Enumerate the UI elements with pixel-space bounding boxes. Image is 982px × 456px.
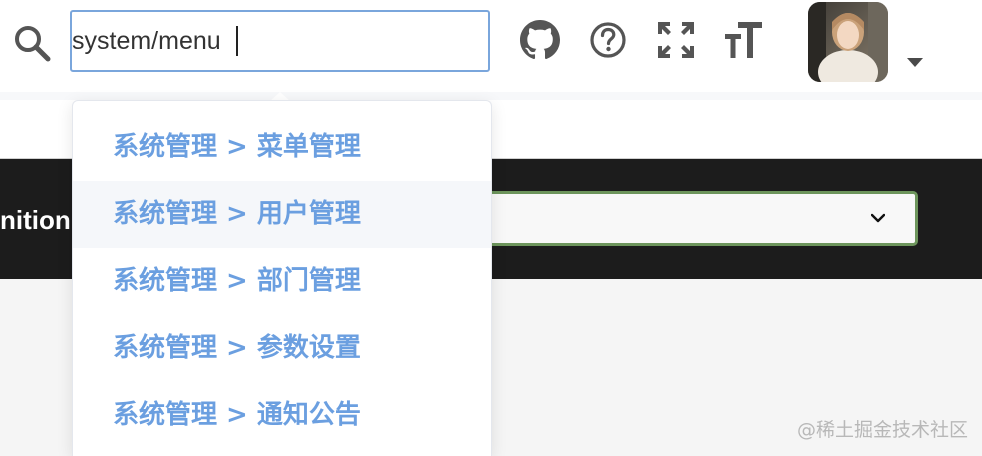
suggestion-item[interactable]: 系统管理 > 通知公告 [73, 382, 491, 449]
suggestion-item[interactable]: 系统管理 > 部门管理 [73, 248, 491, 315]
suggestion-item[interactable]: 系统管理 > 菜单管理 [73, 114, 491, 181]
avatar-image [808, 2, 888, 82]
navbar-shadow [0, 92, 982, 100]
chevron-down-icon [871, 213, 885, 223]
avatar[interactable] [808, 2, 888, 82]
suggestion-item[interactable]: 系统管理 > 参数设置 [73, 315, 491, 382]
header-search-input[interactable] [70, 10, 490, 72]
search-icon[interactable] [12, 23, 52, 63]
github-icon[interactable] [520, 20, 560, 60]
form-field-label: nition [0, 205, 71, 235]
fullscreen-icon[interactable] [656, 20, 696, 60]
text-cursor [236, 26, 238, 56]
suggestion-item[interactable]: 系统管理 > 用户管理 [73, 181, 491, 248]
help-icon[interactable] [588, 20, 628, 60]
font-size-icon[interactable] [723, 20, 763, 60]
select-field[interactable] [478, 191, 918, 246]
search-suggestions-dropdown: 系统管理 > 菜单管理 系统管理 > 用户管理 系统管理 > 部门管理 系统管理… [72, 100, 492, 456]
caret-down-icon[interactable] [907, 58, 923, 67]
watermark: @稀土掘金技术社区 [796, 419, 968, 441]
